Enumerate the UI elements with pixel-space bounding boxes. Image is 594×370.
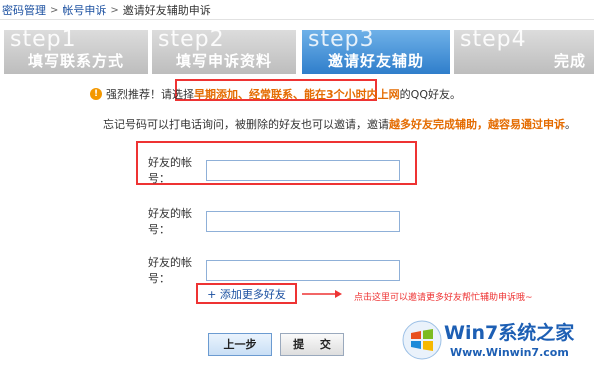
step-label: 邀请好友辅助 — [327, 52, 424, 70]
step-1: step1 填写联系方式 — [4, 30, 148, 74]
friend-account-label: 好友的帐号： — [148, 156, 192, 185]
tip-suffix: 的QQ好友。 — [399, 88, 461, 101]
watermark-title: Win7系统之家 — [444, 322, 575, 344]
friend-account-input-2[interactable] — [206, 210, 400, 232]
step-progress-bar: step1 填写联系方式 step2 填写申诉资料 step3 邀请好友辅助 s… — [0, 30, 594, 74]
add-more-hint: 点击这里可以邀请更多好友帮忙辅助申诉哦~ — [354, 293, 533, 303]
divider — [0, 19, 594, 20]
step-number: step2 — [158, 30, 225, 52]
add-more-friends-link[interactable]: + 添加更多好友 — [196, 283, 297, 304]
breadcrumb-separator: > — [110, 4, 119, 16]
previous-step-button[interactable]: 上一步 — [208, 333, 272, 356]
step-label: 填写联系方式 — [27, 52, 124, 70]
breadcrumb-password-management[interactable]: 密码管理 — [2, 2, 46, 18]
step-2: step2 填写申诉资料 — [152, 30, 296, 74]
breadcrumb-current: 邀请好友辅助申诉 — [122, 4, 211, 17]
step-label: 完成 — [553, 52, 586, 70]
watermark: Win7系统之家 Www.Winwin7.com — [400, 316, 594, 370]
tip-prefix: 强烈推荐！请选择 — [106, 88, 194, 101]
tip2-highlight: 越多好友完成辅助，越容易通过申诉 — [389, 118, 565, 131]
windows-logo-icon — [402, 320, 442, 360]
step-4: step4 完成 — [454, 30, 594, 74]
step-3-current: step3 邀请好友辅助 — [302, 30, 450, 74]
step-number: step4 — [460, 30, 527, 52]
submit-button[interactable]: 提 交 — [280, 333, 344, 356]
friend-account-input-3[interactable] — [206, 259, 400, 281]
tip-highlight: 早期添加、经常联系、能在3个小时内上网 — [194, 88, 400, 101]
friend-account-row: 好友的帐号： — [148, 254, 400, 286]
warning-icon: ! — [90, 88, 102, 100]
friend-account-row: 好友的帐号： — [148, 205, 400, 237]
breadcrumb-separator: > — [50, 4, 59, 16]
friend-account-input-1[interactable] — [206, 159, 400, 181]
invite-tip: 忘记号码可以打电话询问，被删除的好友也可以邀请，邀请越多好友完成辅助，越容易通过… — [103, 116, 576, 132]
tip2-prefix: 忘记号码可以打电话询问，被删除的好友也可以邀请，邀请 — [103, 118, 389, 131]
step-number: step3 — [308, 30, 375, 52]
tip2-suffix: 。 — [565, 118, 576, 131]
breadcrumb: 密码管理 > 帐号申诉 > 邀请好友辅助申诉 — [2, 2, 211, 18]
breadcrumb-account-appeal[interactable]: 帐号申诉 — [62, 2, 106, 18]
step-label: 填写申诉资料 — [175, 52, 272, 70]
watermark-url: Www.Winwin7.com — [450, 346, 569, 359]
friend-account-label: 好友的帐号： — [148, 207, 192, 236]
recommendation-tip: ! 强烈推荐！请选择 早期添加、经常联系、能在3个小时内上网 的QQ好友。 — [90, 86, 461, 102]
step-number: step1 — [10, 30, 77, 52]
friend-account-row: 好友的帐号： — [148, 154, 400, 186]
friend-account-label: 好友的帐号： — [148, 256, 192, 285]
arrow-right-icon — [302, 290, 342, 298]
